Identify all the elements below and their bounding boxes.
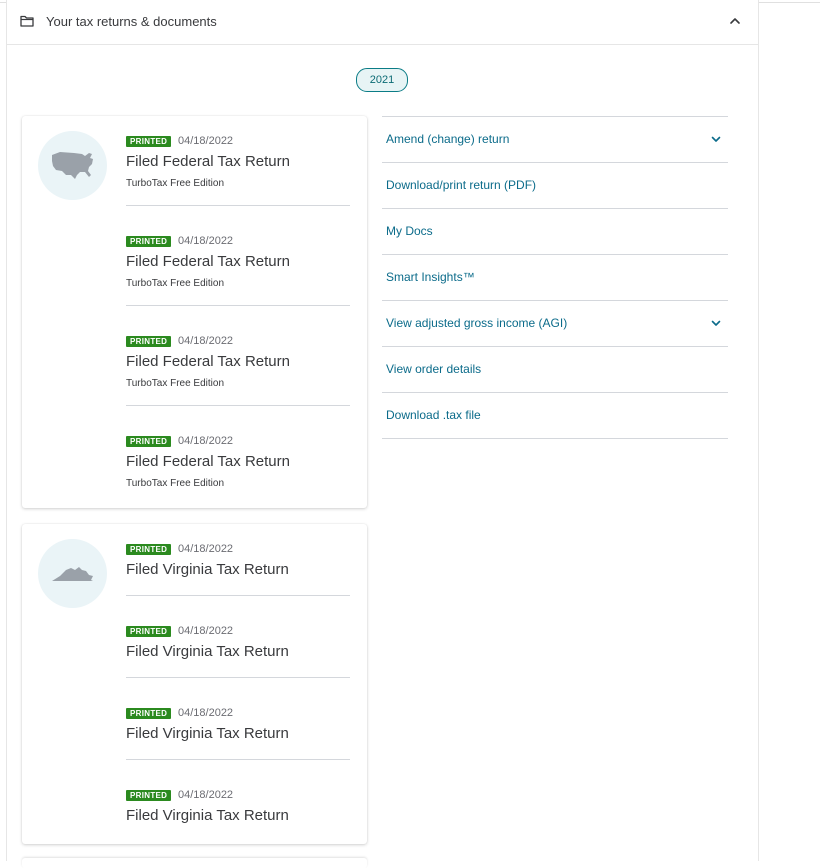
section-title: Your tax returns & documents [46, 14, 217, 29]
entry-divider [126, 405, 350, 406]
link-label: View adjusted gross income (AGI) [386, 316, 568, 330]
entry-date: 04/18/2022 [178, 335, 234, 347]
view-agi-link[interactable]: View adjusted gross income (AGI) [382, 301, 728, 347]
usa-map-icon [52, 152, 93, 179]
view-order-details-link[interactable]: View order details [382, 347, 728, 393]
entry-title: Filed Virginia Tax Return [126, 725, 289, 742]
entry-date: 04/18/2022 [178, 235, 234, 247]
printed-badge: PRINTED [126, 626, 172, 637]
entry-title: Filed Virginia Tax Return [126, 643, 289, 660]
entry-subtitle: TurboTax Free Edition [126, 478, 225, 489]
folder-icon [20, 15, 34, 27]
link-label: Download/print return (PDF) [386, 178, 537, 192]
printed-badge: PRINTED [126, 436, 172, 447]
section-header[interactable]: Your tax returns & documents [7, 3, 758, 45]
smart-insights-link[interactable]: Smart Insights™ [382, 255, 728, 301]
next-card-edge [22, 858, 367, 868]
state-map-badge [38, 539, 107, 608]
printed-badge: PRINTED [126, 544, 172, 555]
entry-title: Filed Federal Tax Return [126, 253, 290, 270]
my-docs-link[interactable]: My Docs [382, 209, 728, 255]
tax-returns-panel: Your tax returns & documents 2021 PRINTE… [6, 0, 759, 861]
printed-badge: PRINTED [126, 708, 172, 719]
printed-badge: PRINTED [126, 336, 172, 347]
federal-map-badge [38, 131, 107, 200]
entry-divider [126, 595, 350, 596]
link-label: Amend (change) return [386, 132, 510, 146]
amend-return-link[interactable]: Amend (change) return [382, 117, 728, 163]
entry-date: 04/18/2022 [178, 707, 234, 719]
entry-title: Filed Federal Tax Return [126, 353, 290, 370]
link-label: Smart Insights™ [386, 270, 475, 284]
printed-badge: PRINTED [126, 236, 172, 247]
entry-subtitle: TurboTax Free Edition [126, 178, 225, 189]
entry-date: 04/18/2022 [178, 789, 234, 801]
virginia-map-icon [52, 567, 93, 581]
chevron-up-icon[interactable] [728, 14, 742, 28]
entry-subtitle: TurboTax Free Edition [126, 278, 225, 289]
entry-divider [126, 305, 350, 306]
download-tax-file-link[interactable]: Download .tax file [382, 393, 728, 439]
entry-divider [126, 677, 350, 678]
federal-returns-card: PRINTED 04/18/2022 Filed Federal Tax Ret… [22, 116, 367, 508]
chevron-down-icon[interactable] [710, 317, 722, 329]
return-actions-list: Amend (change) return Download/print ret… [382, 116, 728, 439]
entry-title: Filed Virginia Tax Return [126, 561, 289, 578]
link-label: Download .tax file [386, 408, 481, 422]
link-label: My Docs [386, 224, 433, 238]
year-pill[interactable]: 2021 [356, 68, 408, 92]
entry-date: 04/18/2022 [178, 625, 234, 637]
link-label: View order details [386, 362, 482, 376]
download-print-pdf-link[interactable]: Download/print return (PDF) [382, 163, 728, 209]
entry-title: Filed Federal Tax Return [126, 153, 290, 170]
entry-divider [126, 759, 350, 760]
virginia-returns-card: PRINTED 04/18/2022 Filed Virginia Tax Re… [22, 524, 367, 844]
entry-date: 04/18/2022 [178, 435, 234, 447]
entry-divider [126, 205, 350, 206]
entry-title: Filed Virginia Tax Return [126, 807, 289, 824]
entry-date: 04/18/2022 [178, 543, 234, 555]
entry-subtitle: TurboTax Free Edition [126, 378, 225, 389]
entry-title: Filed Federal Tax Return [126, 453, 290, 470]
printed-badge: PRINTED [126, 790, 172, 801]
entry-date: 04/18/2022 [178, 135, 234, 147]
chevron-down-icon[interactable] [710, 133, 722, 145]
printed-badge: PRINTED [126, 136, 172, 147]
